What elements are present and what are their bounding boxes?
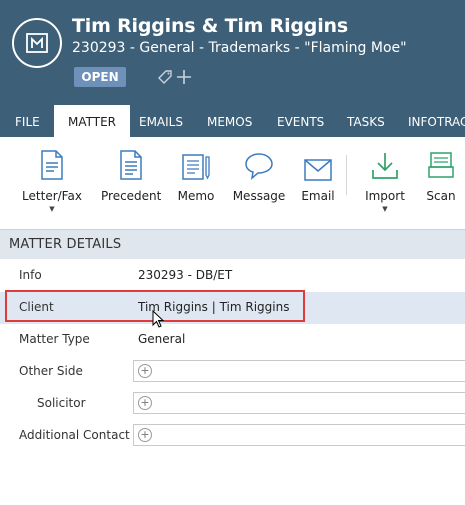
import-button[interactable]: Import ▼ <box>362 145 408 213</box>
scan-label: Scan <box>426 189 456 203</box>
import-icon <box>372 153 398 179</box>
add-circle-icon[interactable]: + <box>138 396 152 410</box>
additional-contact-field[interactable]: + <box>133 424 465 446</box>
ribbon-tabs: FILE MATTER EMAILS MEMOS EVENTS TASKS IN… <box>0 105 465 137</box>
matter-title: Tim Riggins & Tim Riggins <box>72 15 348 37</box>
matter-type-value: General <box>138 332 186 346</box>
tab-infotrac[interactable]: INFOTRAC <box>408 105 465 137</box>
add-tag-button[interactable] <box>156 67 196 87</box>
memo-button[interactable]: Memo <box>173 145 219 203</box>
ribbon-separator <box>346 155 347 195</box>
message-icon <box>245 153 273 180</box>
message-button[interactable]: Message <box>232 145 286 203</box>
chevron-down-icon: ▼ <box>49 205 55 213</box>
info-value: 230293 - DB/ET <box>138 268 233 282</box>
additional-contact-row: Additional Contact + <box>0 420 465 452</box>
matter-details-header: MATTER DETAILS <box>0 229 465 259</box>
status-badge[interactable]: OPEN <box>74 67 126 87</box>
section-title: MATTER DETAILS <box>9 237 122 252</box>
chevron-down-icon: ▼ <box>382 205 388 213</box>
plus-icon <box>177 70 191 84</box>
matter-type-row: Matter Type General <box>0 324 465 356</box>
scan-button[interactable]: Scan <box>424 145 458 203</box>
precedent-button[interactable]: Precedent <box>101 145 161 203</box>
letter-fax-button[interactable]: Letter/Fax ▼ <box>22 145 82 213</box>
other-side-row: Other Side + <box>0 356 465 388</box>
scan-icon <box>428 152 454 178</box>
tab-tasks[interactable]: TASKS <box>347 105 385 137</box>
additional-contact-label: Additional Contact <box>19 428 130 442</box>
precedent-label: Precedent <box>101 189 162 203</box>
info-row: Info 230293 - DB/ET <box>0 260 465 292</box>
email-button[interactable]: Email <box>298 145 338 203</box>
tab-matter[interactable]: MATTER <box>54 105 130 137</box>
matter-logo-icon <box>12 18 62 68</box>
tab-emails[interactable]: EMAILS <box>139 105 183 137</box>
tag-icon <box>158 70 172 84</box>
solicitor-field[interactable]: + <box>133 392 465 414</box>
memo-label: Memo <box>177 189 215 203</box>
matter-subtitle: 230293 - General - Trademarks - "Flaming… <box>72 40 407 56</box>
tab-file[interactable]: FILE <box>15 105 40 137</box>
letter-fax-icon <box>41 150 63 180</box>
matter-type-label: Matter Type <box>19 332 90 346</box>
other-side-label: Other Side <box>19 364 83 378</box>
message-label: Message <box>232 189 286 203</box>
tab-memos[interactable]: MEMOS <box>207 105 252 137</box>
add-circle-icon[interactable]: + <box>138 428 152 442</box>
email-label: Email <box>301 189 335 203</box>
matter-header: Tim Riggins & Tim Riggins 230293 - Gener… <box>0 0 465 105</box>
other-side-field[interactable]: + <box>133 360 465 382</box>
solicitor-row: Solicitor + <box>0 388 465 420</box>
mouse-cursor-icon <box>152 309 165 332</box>
solicitor-label: Solicitor <box>37 396 86 410</box>
precedent-icon <box>120 150 142 180</box>
ribbon-toolbar: Letter/Fax ▼ Precedent Memo Message Emai… <box>0 137 465 227</box>
tab-events[interactable]: EVENTS <box>277 105 324 137</box>
memo-icon <box>182 154 210 180</box>
import-label: Import <box>365 189 405 203</box>
info-label: Info <box>19 268 42 282</box>
letter-fax-label: Letter/Fax <box>22 189 82 203</box>
email-icon <box>304 159 332 181</box>
add-circle-icon[interactable]: + <box>138 364 152 378</box>
